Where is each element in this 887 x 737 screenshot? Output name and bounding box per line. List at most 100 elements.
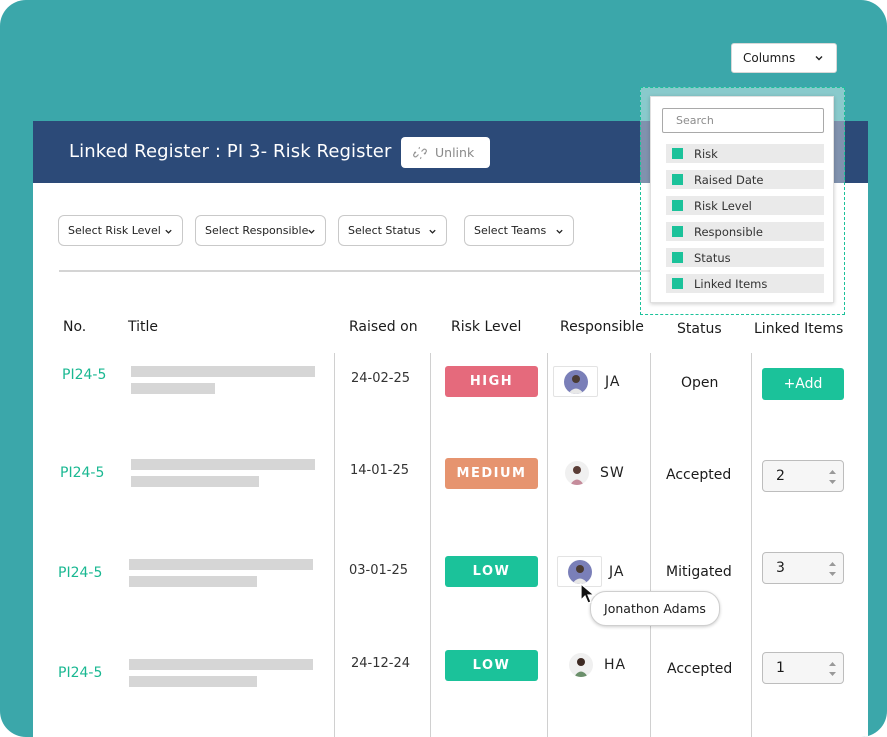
status-text: Open (681, 375, 719, 391)
person-icon (570, 466, 584, 485)
title-placeholder (131, 383, 215, 394)
linked-items-stepper[interactable]: 1 (762, 652, 844, 684)
raised-date: 03-01-25 (349, 563, 409, 578)
filter-responsible[interactable]: Select Responsible (195, 215, 326, 246)
unlink-label: Unlink (435, 145, 475, 160)
chevron-down-icon (815, 56, 823, 61)
column-toggle-label: Risk (694, 146, 718, 161)
responsible-tooltip: Jonathon Adams (590, 591, 720, 626)
stepper-arrows-icon[interactable] (828, 558, 837, 580)
responsible-initials: JA (605, 374, 621, 390)
filter-risk-level[interactable]: Select Risk Level (58, 215, 183, 246)
page-title: Linked Register : PI 3- Risk Register (69, 141, 392, 162)
raised-date: 14-01-25 (350, 463, 410, 478)
person-icon (572, 565, 588, 584)
column-header-raised-on[interactable]: Raised on (349, 319, 418, 335)
title-placeholder (131, 459, 315, 470)
title-placeholder (129, 676, 257, 687)
column-toggle-responsible[interactable]: Responsible (666, 222, 824, 241)
stepper-arrows-icon[interactable] (828, 466, 837, 488)
person-icon (574, 658, 588, 677)
filter-teams[interactable]: Select Teams (464, 215, 574, 246)
checkbox-icon[interactable] (672, 174, 683, 185)
avatar (565, 461, 589, 485)
filter-label: Select Risk Level (68, 224, 161, 237)
column-toggle-label: Status (694, 250, 731, 265)
chevron-down-icon (165, 229, 172, 234)
checkbox-icon[interactable] (672, 278, 683, 289)
risk-id-link[interactable]: PI24-5 (58, 565, 102, 581)
risk-id-link[interactable]: PI24-5 (62, 367, 106, 383)
filter-label: Select Teams (474, 224, 547, 237)
avatar-frame (553, 366, 598, 397)
checkbox-icon[interactable] (672, 226, 683, 237)
column-divider (547, 353, 548, 737)
column-divider (430, 353, 431, 737)
column-header-no[interactable]: No. (63, 319, 86, 335)
column-divider (751, 353, 752, 737)
status-text: Mitigated (666, 564, 732, 580)
avatar (569, 653, 593, 677)
title-placeholder (129, 659, 313, 670)
columns-dropdown-button[interactable]: Columns (731, 43, 837, 73)
column-toggle-label: Raised Date (694, 172, 764, 187)
column-toggle-label: Linked Items (694, 276, 768, 291)
column-header-status[interactable]: Status (677, 321, 722, 337)
filter-label: Select Status (348, 224, 421, 237)
column-toggle-risk-level[interactable]: Risk Level (666, 196, 824, 215)
risk-level-badge: MEDIUM (445, 458, 538, 489)
checkbox-icon[interactable] (672, 148, 683, 159)
title-placeholder (129, 576, 257, 587)
linked-items-stepper[interactable]: 2 (762, 460, 844, 492)
status-text: Accepted (666, 467, 732, 483)
column-toggle-status[interactable]: Status (666, 248, 824, 267)
risk-level-badge: LOW (445, 650, 538, 681)
column-toggle-label: Risk Level (694, 198, 752, 213)
unlink-button[interactable]: Unlink (401, 137, 490, 168)
columns-search-input[interactable]: Search (662, 108, 824, 133)
checkbox-icon[interactable] (672, 252, 683, 263)
title-placeholder (131, 476, 259, 487)
column-header-risk-level[interactable]: Risk Level (451, 319, 521, 335)
column-toggle-risk[interactable]: Risk (666, 144, 824, 163)
column-toggle-linked-items[interactable]: Linked Items (666, 274, 824, 293)
filter-divider (59, 270, 679, 272)
title-placeholder (131, 366, 315, 377)
columns-label: Columns (743, 51, 796, 65)
mouse-cursor-icon (580, 583, 596, 604)
app-frame: Columns Linked Register : PI 3- Risk Reg… (0, 0, 887, 737)
chevron-down-icon (556, 229, 563, 234)
title-placeholder (129, 559, 313, 570)
risk-id-link[interactable]: PI24-5 (58, 665, 102, 681)
filter-status[interactable]: Select Status (338, 215, 447, 246)
checkbox-icon[interactable] (672, 200, 683, 211)
column-toggle-raised-date[interactable]: Raised Date (666, 170, 824, 189)
add-linked-item-button[interactable]: +Add (762, 368, 844, 400)
responsible-initials: HA (604, 657, 627, 673)
linked-items-stepper[interactable]: 3 (762, 552, 844, 584)
avatar (564, 370, 588, 394)
column-header-title[interactable]: Title (128, 319, 158, 335)
chevron-down-icon (308, 229, 315, 234)
column-header-linked-items[interactable]: Linked Items (754, 321, 843, 337)
column-header-responsible[interactable]: Responsible (560, 319, 644, 335)
stepper-arrows-icon[interactable] (828, 658, 837, 680)
stepper-value: 3 (776, 560, 785, 576)
raised-date: 24-12-24 (351, 656, 411, 671)
raised-date: 24-02-25 (351, 371, 411, 386)
person-icon (568, 375, 584, 394)
column-toggle-label: Responsible (694, 224, 763, 239)
risk-id-link[interactable]: PI24-5 (60, 465, 104, 481)
columns-menu: Search Risk Raised Date Risk Level Respo… (650, 96, 834, 303)
risk-level-badge: LOW (445, 556, 538, 587)
filter-label: Select Responsible (205, 224, 309, 237)
stepper-value: 1 (776, 660, 785, 676)
column-divider (334, 353, 335, 737)
avatar (568, 560, 592, 584)
column-divider (650, 353, 651, 737)
stepper-value: 2 (776, 468, 785, 484)
chevron-down-icon (429, 229, 436, 234)
responsible-initials: SW (600, 465, 625, 481)
risk-level-badge: HIGH (445, 366, 538, 397)
status-text: Accepted (667, 661, 733, 677)
